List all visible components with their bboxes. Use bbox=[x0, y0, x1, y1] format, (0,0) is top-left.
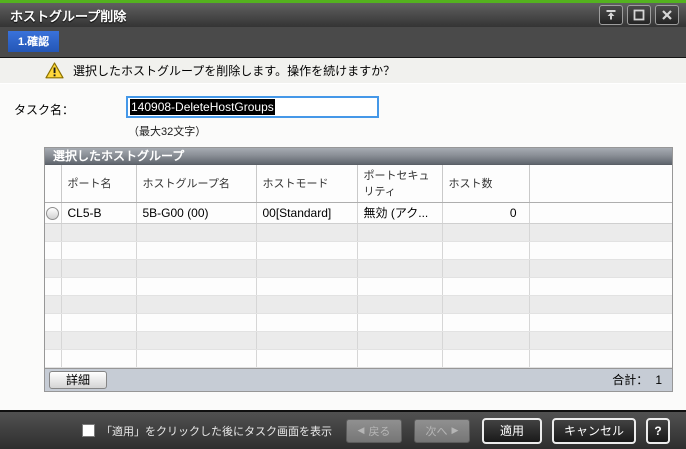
task-name-label: タスク名： bbox=[14, 103, 75, 117]
warning-message: 選択したホストグループを削除します。操作を続けますか？ bbox=[73, 64, 396, 78]
row-select-radio[interactable] bbox=[46, 206, 60, 220]
cell-host-count: 0 bbox=[442, 202, 530, 224]
dialog-content: タスク名： 140908-DeleteHostGroups （最大32文字） 選… bbox=[0, 84, 686, 410]
table-footer: 詳細 合計： 1 bbox=[45, 367, 672, 391]
task-name-value: 140908-DeleteHostGroups bbox=[130, 99, 275, 115]
maximize-button[interactable] bbox=[627, 5, 651, 25]
close-button[interactable] bbox=[655, 5, 679, 25]
next-arrow-icon: ▶ bbox=[451, 425, 459, 435]
maximize-icon bbox=[632, 9, 646, 21]
dock-top-icon bbox=[604, 9, 618, 21]
column-header-host-group[interactable]: ホストグループ名 bbox=[136, 165, 257, 203]
column-header-host-count[interactable]: ホスト数 bbox=[442, 165, 530, 203]
empty-row bbox=[45, 295, 672, 314]
warning-icon bbox=[45, 62, 64, 79]
table-row[interactable]: CL5-B 5B-G00 (00) 00[Standard] 無効 (アク...… bbox=[45, 202, 672, 224]
total-value: 1 bbox=[655, 373, 662, 387]
cell-host-group: 5B-G00 (00) bbox=[136, 202, 257, 224]
task-name-input[interactable]: 140908-DeleteHostGroups bbox=[126, 96, 379, 118]
cancel-button[interactable]: キャンセル bbox=[551, 417, 636, 444]
empty-row bbox=[45, 313, 672, 332]
cell-empty bbox=[529, 202, 672, 224]
step-bar: 1.確認 bbox=[0, 27, 686, 58]
show-task-screen-label: 「適用」をクリックした後にタスク画面を表示 bbox=[100, 425, 332, 438]
empty-row bbox=[45, 349, 672, 368]
titlebar: ホストグループ削除 bbox=[0, 3, 686, 27]
cell-port: CL5-B bbox=[61, 202, 137, 224]
cell-host-mode: 00[Standard] bbox=[256, 202, 358, 224]
empty-row bbox=[45, 259, 672, 278]
selected-host-groups-table: 選択したホストグループ ポート名 ホストグループ名 ホストモード ポートセキュリ… bbox=[44, 147, 673, 392]
cell-port-security: 無効 (アク... bbox=[357, 202, 443, 224]
help-button[interactable]: ? bbox=[646, 417, 670, 444]
show-task-screen-checkbox[interactable] bbox=[81, 424, 95, 437]
empty-row bbox=[45, 331, 672, 350]
task-name-max-hint: （最大32文字） bbox=[128, 126, 207, 138]
column-header-select bbox=[45, 165, 62, 203]
bottom-action-bar: 「適用」をクリックした後にタスク画面を表示 ◀ 戻る 次へ ▶ 適用 キャンセル… bbox=[0, 410, 686, 449]
step-badge-confirm: 1.確認 bbox=[8, 31, 60, 52]
dialog-title: ホストグループ削除 bbox=[10, 8, 127, 24]
column-header-port-security[interactable]: ポートセキュリティ bbox=[357, 165, 443, 203]
empty-row bbox=[45, 223, 672, 242]
warning-bar: 選択したホストグループを削除します。操作を続けますか？ bbox=[0, 58, 686, 84]
column-header-row: ポート名 ホストグループ名 ホストモード ポートセキュリティ ホスト数 bbox=[45, 165, 672, 203]
next-button: 次へ ▶ bbox=[413, 418, 470, 443]
back-button: ◀ 戻る bbox=[345, 418, 402, 443]
empty-row bbox=[45, 241, 672, 260]
total-label: 合計： bbox=[612, 373, 649, 387]
column-header-host-mode[interactable]: ホストモード bbox=[256, 165, 358, 203]
column-header-empty bbox=[529, 165, 672, 203]
empty-row bbox=[45, 277, 672, 296]
delete-host-group-dialog: ホストグループ削除 1.確認 選択したホストグループを削除します。操作を続けます… bbox=[0, 0, 686, 449]
detail-button[interactable]: 詳細 bbox=[49, 370, 107, 389]
apply-button[interactable]: 適用 bbox=[481, 417, 542, 444]
table-title: 選択したホストグループ bbox=[45, 148, 672, 165]
close-icon bbox=[660, 9, 674, 21]
dock-window-button[interactable] bbox=[599, 5, 623, 25]
total-count: 合計： 1 bbox=[612, 371, 662, 388]
back-arrow-icon: ◀ bbox=[357, 425, 365, 435]
column-header-port[interactable]: ポート名 bbox=[61, 165, 137, 203]
